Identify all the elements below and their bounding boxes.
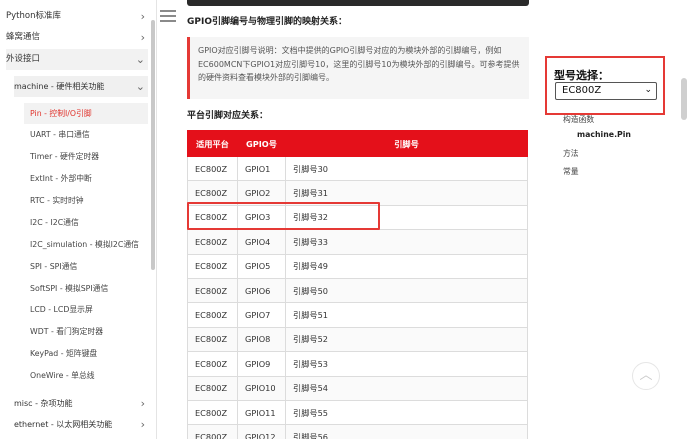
sidebar-item-misc[interactable]: misc - 杂项功能 › bbox=[14, 393, 148, 414]
table-row: EC800Z GPIO5 引脚号49 bbox=[187, 253, 528, 279]
cell-pin: 引脚号33 bbox=[285, 229, 528, 255]
table-row: EC800Z GPIO12 引脚号56 bbox=[187, 424, 528, 439]
sidebar-scrollbar[interactable] bbox=[151, 20, 155, 270]
sidebar-item-ethernet[interactable]: ethernet - 以太网相关功能 › bbox=[14, 414, 148, 435]
note-callout: GPIO对应引脚号说明：文档中提供的GPIO引脚号对应的为模块外部的引脚编号，例… bbox=[187, 37, 529, 99]
sidebar-item-softspi[interactable]: SoftSPI - 模拟SPI通信 bbox=[24, 278, 148, 299]
sidebar-item-i2c[interactable]: I2C - I2C通信 bbox=[24, 212, 148, 233]
menu-toggle-icon[interactable] bbox=[160, 10, 176, 24]
sidebar-item-uart[interactable]: UART - 串口通信 bbox=[24, 124, 148, 145]
cell-platform: EC800Z bbox=[187, 253, 238, 279]
model-select[interactable]: EC800Z ⌄ bbox=[555, 82, 657, 100]
cell-gpio: GPIO5 bbox=[237, 253, 286, 279]
toc-item-methods[interactable]: 方法 bbox=[563, 148, 579, 159]
cell-pin: 引脚号30 bbox=[285, 155, 528, 182]
sidebar-nav: Python标准库 › 蜂窝通信 › 外设接口 ⌄ machine - 硬件相关… bbox=[0, 0, 157, 439]
sidebar-item-timer[interactable]: Timer - 硬件定时器 bbox=[24, 146, 148, 167]
chevron-down-icon: ⌄ bbox=[135, 53, 145, 66]
sidebar-item-label: misc - 杂项功能 bbox=[14, 399, 73, 408]
cell-gpio: GPIO8 bbox=[237, 326, 286, 353]
sidebar-item-label: 蜂窝通信 bbox=[6, 32, 41, 42]
table-row: EC800Z GPIO9 引脚号53 bbox=[187, 351, 528, 377]
chevron-down-icon: ⌄ bbox=[135, 80, 145, 93]
cell-platform: EC800Z bbox=[187, 277, 238, 304]
table-row: EC800Z GPIO11 引脚号55 bbox=[187, 399, 528, 426]
sidebar-item-cellular[interactable]: 蜂窝通信 › bbox=[6, 27, 148, 48]
chevron-up-icon: ︿ bbox=[639, 368, 653, 383]
sidebar-item-extint[interactable]: ExtInt - 外部中断 bbox=[24, 168, 148, 189]
sidebar-item-spi[interactable]: SPI - SPI通信 bbox=[24, 256, 148, 277]
table-row: EC800Z GPIO4 引脚号33 bbox=[187, 229, 528, 255]
cell-platform: EC800Z bbox=[187, 424, 238, 439]
cell-pin: 引脚号49 bbox=[285, 253, 528, 279]
cell-platform: EC800Z bbox=[187, 155, 238, 182]
sidebar-item-python-stdlib[interactable]: Python标准库 › bbox=[6, 6, 148, 27]
toc-item-constructor[interactable]: 构造函数 bbox=[563, 114, 594, 125]
sidebar-item-i2c-simulation[interactable]: I2C_simulation - 模拟I2C通信 bbox=[24, 234, 148, 255]
sidebar-item-rtc[interactable]: RTC - 实时时钟 bbox=[24, 190, 148, 211]
cell-pin: 引脚号50 bbox=[285, 277, 528, 304]
cell-gpio: GPIO10 bbox=[237, 375, 286, 401]
model-label: 型号选择： bbox=[554, 69, 609, 82]
table-header-row: 适用平台 GPIO号 引脚号 bbox=[187, 130, 528, 157]
chevron-right-icon: › bbox=[140, 397, 145, 410]
sidebar-item-label: machine - 硬件相关功能 bbox=[14, 82, 105, 91]
model-selector-panel: 型号选择： EC800Z ⌄ bbox=[545, 56, 665, 115]
highlight-box bbox=[187, 202, 380, 230]
sidebar-item-keypad[interactable]: KeyPad - 矩阵键盘 bbox=[24, 343, 148, 364]
sidebar-item-peripherals[interactable]: 外设接口 ⌄ bbox=[6, 49, 148, 70]
sidebar-item-pin[interactable]: Pin - 控制I/O引脚 bbox=[24, 103, 148, 124]
section-title: GPIO引脚编号与物理引脚的映射关系： bbox=[187, 17, 347, 27]
cell-gpio: GPIO12 bbox=[237, 424, 286, 439]
chevron-right-icon: › bbox=[140, 418, 145, 431]
table-title: 平台引脚对应关系： bbox=[187, 111, 269, 121]
column-header-pin: 引脚号 bbox=[285, 130, 528, 157]
sidebar-item-label: Python标准库 bbox=[6, 11, 61, 21]
sidebar-item-wdt[interactable]: WDT - 看门狗定时器 bbox=[24, 321, 148, 342]
cell-platform: EC800Z bbox=[187, 351, 238, 377]
cell-gpio: GPIO4 bbox=[237, 229, 286, 255]
cell-pin: 引脚号51 bbox=[285, 302, 528, 328]
column-header-gpio: GPIO号 bbox=[237, 130, 286, 157]
model-select-value: EC800Z bbox=[562, 85, 602, 96]
toc-item-constants[interactable]: 常量 bbox=[563, 166, 579, 177]
chevron-right-icon: › bbox=[140, 10, 145, 23]
cell-pin: 引脚号56 bbox=[285, 424, 528, 439]
chevron-down-icon: ⌄ bbox=[644, 85, 652, 95]
sidebar-item-onewire[interactable]: OneWire - 单总线 bbox=[24, 365, 148, 386]
table-row: EC800Z GPIO8 引脚号52 bbox=[187, 326, 528, 353]
code-block-edge bbox=[187, 0, 529, 6]
table-row: EC800Z GPIO6 引脚号50 bbox=[187, 277, 528, 304]
cell-platform: EC800Z bbox=[187, 375, 238, 401]
cell-platform: EC800Z bbox=[187, 302, 238, 328]
back-to-top-button[interactable]: ︿ bbox=[632, 362, 660, 390]
cell-pin: 引脚号53 bbox=[285, 351, 528, 377]
cell-platform: EC800Z bbox=[187, 326, 238, 353]
cell-pin: 引脚号55 bbox=[285, 399, 528, 426]
cell-gpio: GPIO9 bbox=[237, 351, 286, 377]
cell-platform: EC800Z bbox=[187, 229, 238, 255]
table-row: EC800Z GPIO10 引脚号54 bbox=[187, 375, 528, 401]
page-scrollbar[interactable] bbox=[681, 78, 687, 120]
cell-platform: EC800Z bbox=[187, 399, 238, 426]
cell-gpio: GPIO6 bbox=[237, 277, 286, 304]
sidebar-item-label: ethernet - 以太网相关功能 bbox=[14, 420, 113, 429]
chevron-right-icon: › bbox=[140, 31, 145, 44]
cell-pin: 引脚号52 bbox=[285, 326, 528, 353]
sidebar-item-lcd[interactable]: LCD - LCD显示屏 bbox=[24, 299, 148, 320]
cell-gpio: GPIO1 bbox=[237, 155, 286, 182]
cell-gpio: GPIO11 bbox=[237, 399, 286, 426]
table-row: EC800Z GPIO7 引脚号51 bbox=[187, 302, 528, 328]
cell-pin: 引脚号54 bbox=[285, 375, 528, 401]
sidebar-group-machine[interactable]: machine - 硬件相关功能 ⌄ bbox=[14, 76, 148, 97]
cell-gpio: GPIO7 bbox=[237, 302, 286, 328]
table-row: EC800Z GPIO1 引脚号30 bbox=[187, 155, 528, 182]
sidebar-item-label: 外设接口 bbox=[6, 54, 41, 64]
gpio-pin-table: 适用平台 GPIO号 引脚号 EC800Z GPIO1 引脚号30 EC800Z GP… bbox=[187, 130, 528, 439]
column-header-platform: 适用平台 bbox=[187, 130, 238, 157]
toc-item-machine-pin[interactable]: machine.Pin bbox=[577, 130, 631, 139]
